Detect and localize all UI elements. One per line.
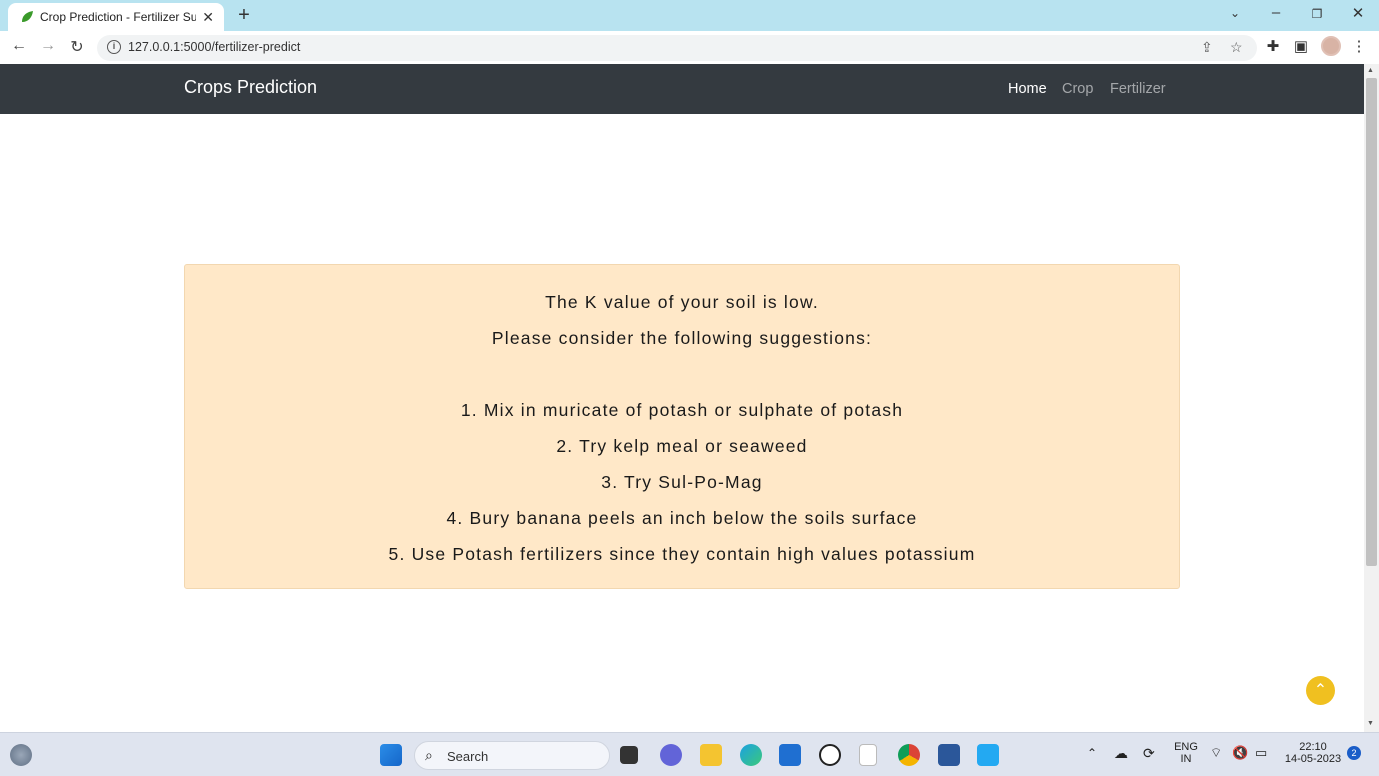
nav-link-home[interactable]: Home — [1008, 81, 1047, 97]
scroll-down-arrow-icon[interactable]: ▼ — [1367, 720, 1374, 727]
address-bar[interactable]: i 127.0.0.1:5000/fertilizer-predict ⇪ ☆ — [97, 35, 1257, 61]
windows-taskbar: ⌕ Search ⌃ ☁ ⟳ ENG IN ⌔ 🔇 ▭ 22:10 14-05-… — [0, 732, 1379, 776]
taskbar-search-placeholder: Search — [447, 749, 489, 764]
browser-tabstrip: Crop Prediction - Fertilizer Sugge ✕ + ⌄… — [0, 0, 1379, 31]
nav-link-crop[interactable]: Crop — [1062, 81, 1093, 97]
task-view-icon[interactable] — [620, 746, 638, 764]
restore-icon[interactable]: ❐ — [1307, 7, 1327, 21]
taskbar-search[interactable]: ⌕ Search — [414, 741, 610, 770]
clock-time: 22:10 — [1299, 741, 1327, 753]
speaker-muted-icon[interactable]: 🔇 — [1232, 745, 1248, 761]
new-tab-icon[interactable]: + — [234, 4, 254, 27]
close-icon[interactable]: ✕ — [202, 9, 214, 26]
site-navbar: Crops Prediction Home Crop Fertilizer — [0, 64, 1364, 114]
clock[interactable]: 22:10 14-05-2023 — [1280, 741, 1346, 765]
tab-title: Crop Prediction - Fertilizer Sugge — [40, 10, 196, 24]
language-indicator[interactable]: ENG IN — [1172, 741, 1200, 765]
notification-badge[interactable]: 2 — [1347, 746, 1361, 760]
back-icon[interactable]: ← — [9, 37, 29, 55]
bookmark-star-icon[interactable]: ☆ — [1230, 39, 1243, 56]
suggestion-item: 4. Bury banana peels an inch below the s… — [446, 508, 918, 528]
site-brand[interactable]: Crops Prediction — [184, 77, 317, 98]
suggestion-item: 3. Try Sul-Po-Mag — [601, 472, 763, 492]
result-text: The K value of your soil is low. — [545, 292, 819, 312]
scrollbar-thumb[interactable] — [1366, 78, 1377, 566]
store-icon[interactable] — [779, 744, 801, 766]
windows-start-icon[interactable] — [380, 744, 402, 766]
side-panel-icon[interactable]: ▣ — [1291, 37, 1311, 55]
language-code: ENG — [1174, 741, 1198, 753]
widgets-icon[interactable] — [10, 744, 32, 766]
dell-icon[interactable] — [819, 744, 841, 766]
wifi-icon[interactable]: ⌔ — [1210, 745, 1222, 761]
leaf-icon — [22, 11, 33, 22]
nav-link-fertilizer[interactable]: Fertilizer — [1110, 81, 1166, 97]
notepad-icon[interactable] — [859, 744, 877, 766]
forward-icon[interactable]: → — [38, 37, 58, 55]
suggestion-item: 2. Try kelp meal or seaweed — [556, 436, 808, 456]
sync-icon[interactable]: ⟳ — [1143, 745, 1155, 762]
battery-icon[interactable]: ▭ — [1255, 745, 1267, 761]
scroll-up-arrow-icon[interactable]: ▲ — [1367, 67, 1374, 74]
reload-icon[interactable]: ↻ — [67, 37, 87, 57]
clock-date: 14-05-2023 — [1284, 753, 1342, 765]
word-icon[interactable] — [938, 744, 960, 766]
suggestion-heading: Please consider the following suggestion… — [491, 328, 873, 348]
minimize-icon[interactable]: – — [1266, 4, 1286, 21]
onedrive-icon[interactable]: ☁ — [1114, 745, 1128, 762]
suggestion-item: 5. Use Potash fertilizers since they con… — [388, 544, 976, 564]
menu-icon[interactable]: ⋮ — [1349, 37, 1369, 55]
share-icon[interactable]: ⇪ — [1201, 39, 1213, 56]
profile-avatar[interactable] — [1321, 36, 1341, 56]
site-info-icon[interactable]: i — [107, 40, 121, 54]
browser-toolbar: ← → ↻ i 127.0.0.1:5000/fertilizer-predic… — [0, 31, 1379, 64]
chevron-up-icon[interactable]: ⌃ — [1087, 746, 1097, 760]
back-to-top-button[interactable]: ⌃ — [1306, 676, 1335, 705]
search-icon: ⌕ — [425, 747, 433, 763]
chrome-icon[interactable] — [898, 744, 920, 766]
edge-icon[interactable] — [740, 744, 762, 766]
region-code: IN — [1180, 753, 1192, 765]
chat-icon[interactable] — [660, 744, 682, 766]
tab-search-icon[interactable]: ⌄ — [1225, 6, 1245, 20]
vscode-icon[interactable] — [977, 744, 999, 766]
browser-tab[interactable]: Crop Prediction - Fertilizer Sugge ✕ — [8, 3, 224, 31]
url-text: 127.0.0.1:5000/fertilizer-predict — [128, 40, 301, 54]
page-scrollbar[interactable]: ▲ ▼ — [1364, 64, 1379, 732]
file-explorer-icon[interactable] — [700, 744, 722, 766]
suggestion-card: The K value of your soil is low. Please … — [184, 264, 1180, 589]
extensions-icon[interactable]: ✚ — [1263, 37, 1283, 55]
window-close-icon[interactable]: ✕ — [1348, 4, 1368, 22]
suggestion-item: 1. Mix in muricate of potash or sulphate… — [460, 400, 904, 420]
